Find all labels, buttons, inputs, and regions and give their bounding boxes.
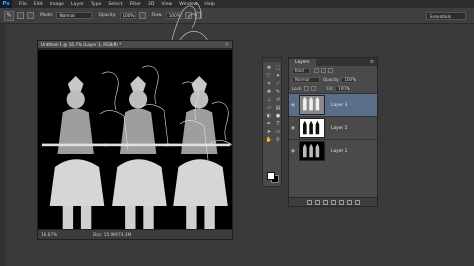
marquee-tool-icon[interactable]: ⬚ (274, 64, 282, 71)
crop-tool-icon[interactable]: ⌗ (265, 80, 273, 87)
visibility-eye-icon[interactable]: ◉ (289, 103, 297, 108)
foreground-color-swatch[interactable] (267, 172, 275, 180)
layers-panel-tabbar: Layers ≡ (289, 58, 377, 66)
brush-size-picker[interactable] (17, 12, 24, 19)
menu-type[interactable]: Type (91, 2, 102, 7)
doc-size-info[interactable]: Doc: 15.9M/74.3M (93, 232, 131, 237)
lock-label: Lock: (292, 86, 303, 91)
menu-edit[interactable]: Edit (34, 2, 43, 7)
filter-pixel-icon[interactable] (314, 68, 319, 73)
layers-panel-footer (289, 197, 377, 206)
layer-style-icon[interactable] (314, 199, 320, 205)
brush-tool-icon[interactable]: ✎ (274, 88, 282, 95)
menu-file[interactable]: File (19, 2, 27, 7)
close-icon[interactable]: × (225, 42, 229, 48)
zoom-level[interactable]: 16.67% (41, 232, 57, 237)
layer-thumbnail (299, 141, 325, 161)
filter-type-icon[interactable] (328, 68, 333, 73)
tools-panel: ✥ ⬚ ➰ ✦ ⌗ ⟋ ✚ ✎ ⊥ ↺ ▱ ▤ ◐ ● ✒ T ➤ ▭ ✋ ⚲ (262, 57, 282, 187)
menu-layer[interactable]: Layer (71, 2, 84, 7)
path-select-tool-icon[interactable]: ➤ (265, 128, 273, 135)
brush-panel-toggle[interactable] (27, 12, 34, 19)
add-mask-icon[interactable] (322, 199, 328, 205)
pressure-opacity-icon[interactable] (138, 12, 146, 19)
menu-image[interactable]: Image (50, 2, 64, 7)
mode-select[interactable]: Normal (56, 12, 93, 19)
menu-3d[interactable]: 3D (148, 2, 154, 7)
document-title: Untitled-1 @ 16.7% (Layer 3, RGB/8) * (41, 42, 122, 47)
left-panel-strip (0, 24, 6, 266)
layer-name[interactable]: Layer 2 (331, 126, 347, 131)
lock-pixels-icon[interactable] (304, 86, 310, 91)
link-layers-icon[interactable] (306, 199, 312, 205)
canvas-artwork (41, 65, 232, 230)
lasso-tool-icon[interactable]: ➰ (265, 72, 273, 79)
adjustment-layer-icon[interactable] (330, 199, 336, 205)
quick-select-tool-icon[interactable]: ✦ (274, 72, 282, 79)
filter-adjustment-icon[interactable] (321, 68, 326, 73)
menu-bar: Ps File Edit Image Layer Type Select Fil… (0, 0, 474, 8)
layer-thumbnail (299, 95, 325, 115)
menu-select[interactable]: Select (108, 2, 122, 7)
zoom-tool-icon[interactable]: ⚲ (274, 136, 282, 143)
photoshop-logo: Ps (0, 0, 12, 8)
brush-icon: ✎ (6, 12, 12, 19)
layer-row-1[interactable]: ◉ Layer 1 (289, 139, 377, 162)
brush-tool-preset[interactable]: ✎ (4, 10, 14, 21)
dodge-tool-icon[interactable]: ● (274, 112, 282, 119)
gradient-tool-icon[interactable]: ▤ (274, 104, 282, 111)
figure-middle (104, 76, 170, 230)
layer-name[interactable]: Layer 3 (331, 103, 347, 108)
layer-row-2[interactable]: ◉ Layer 2 (289, 116, 377, 139)
fill-label: Fill: (326, 86, 334, 91)
document-tab[interactable]: Untitled-1 @ 16.7% (Layer 3, RGB/8) * × (38, 41, 232, 49)
move-tool-icon[interactable]: ✥ (265, 64, 273, 71)
figure-right (165, 76, 231, 230)
pen-tool-icon[interactable]: ✒ (265, 120, 273, 127)
menu-filter[interactable]: Filter (130, 2, 141, 7)
layer-name[interactable]: Layer 1 (331, 149, 347, 154)
clone-stamp-tool-icon[interactable]: ⊥ (265, 96, 273, 103)
options-bar: ✎ Mode: Normal Opacity: 100% Flow: 100% … (0, 8, 474, 24)
layer-row-3[interactable]: ◉ Layer 3 (289, 93, 377, 116)
panel-menu-icon[interactable]: ≡ (370, 59, 374, 65)
workspace-switcher[interactable]: Essentials (426, 12, 466, 20)
type-tool-icon[interactable]: T (274, 120, 282, 127)
layer-kind-filter[interactable]: Kind (292, 67, 310, 74)
blend-mode-select[interactable]: Normal (292, 76, 320, 83)
canvas[interactable] (38, 50, 232, 230)
figure-left (41, 76, 107, 230)
document-status-bar: 16.67% Doc: 15.9M/74.3M (38, 229, 232, 239)
document-window: Untitled-1 @ 16.7% (Layer 3, RGB/8) * × (37, 40, 233, 240)
tab-layers[interactable]: Layers (289, 59, 316, 66)
lock-position-icon[interactable] (311, 86, 317, 91)
shape-tool-icon[interactable]: ▭ (274, 128, 282, 135)
new-layer-icon[interactable] (346, 199, 352, 205)
hand-tool-icon[interactable]: ✋ (265, 136, 273, 143)
new-group-icon[interactable] (338, 199, 344, 205)
layers-panel: Layers ≡ Kind Normal Opacity: 100% Lock:… (288, 57, 378, 207)
mode-label: Mode: (40, 13, 54, 18)
visibility-eye-icon[interactable]: ◉ (289, 149, 297, 154)
history-brush-tool-icon[interactable]: ↺ (274, 96, 282, 103)
eyedropper-tool-icon[interactable]: ⟋ (274, 80, 282, 87)
layer-opacity-field[interactable]: 100% (341, 76, 356, 83)
blur-tool-icon[interactable]: ◐ (265, 112, 273, 119)
opacity-label: Opacity: (98, 13, 117, 18)
visibility-eye-icon[interactable]: ◉ (289, 126, 297, 131)
healing-tool-icon[interactable]: ✚ (265, 88, 273, 95)
layer-opacity-label: Opacity: (323, 77, 340, 82)
eraser-tool-icon[interactable]: ▱ (265, 104, 273, 111)
trash-icon[interactable] (354, 199, 360, 205)
opacity-field[interactable]: 100% (119, 12, 136, 19)
fill-field[interactable]: 100% (335, 85, 350, 92)
layer-thumbnail (299, 118, 325, 138)
